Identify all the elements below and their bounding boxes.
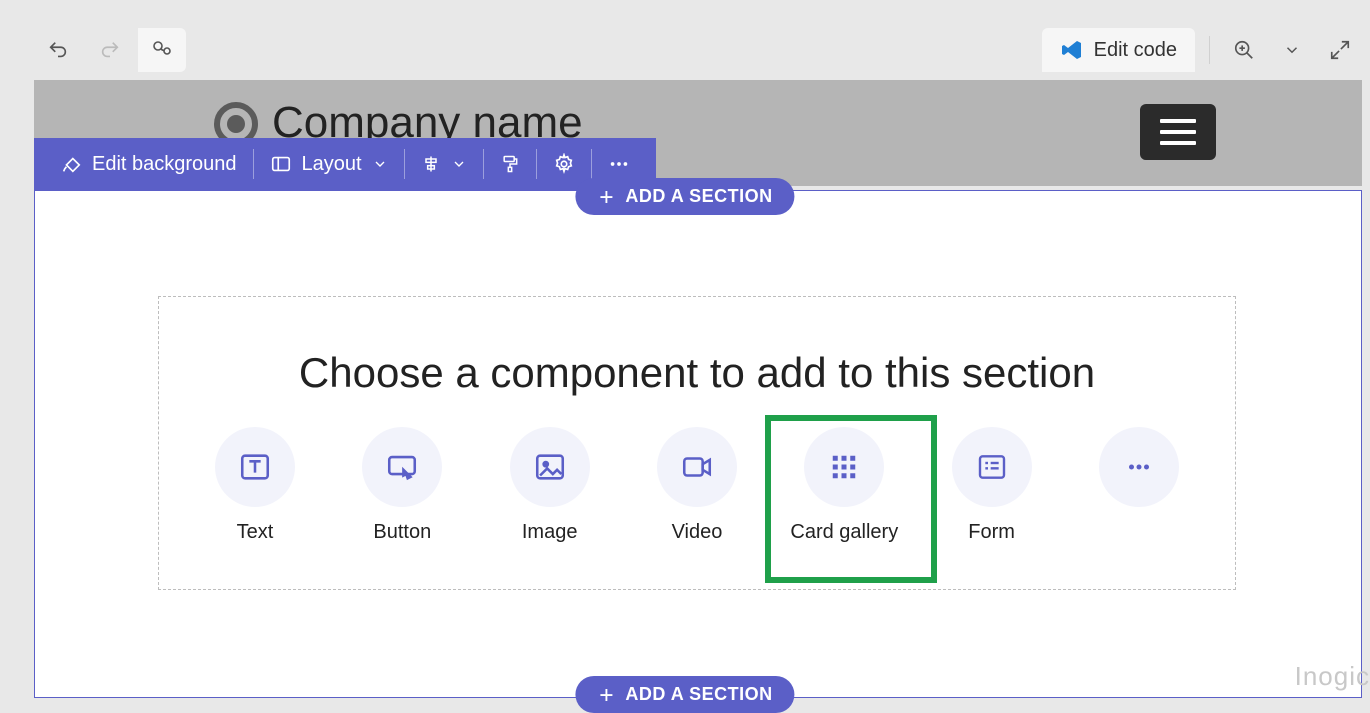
component-button[interactable]: Button bbox=[332, 427, 472, 544]
image-icon bbox=[510, 427, 590, 507]
edit-toolbar: Edit background Layout bbox=[34, 138, 656, 190]
separator bbox=[591, 149, 592, 179]
component-label: Card gallery bbox=[790, 521, 898, 544]
form-icon bbox=[952, 427, 1032, 507]
grid-icon bbox=[804, 427, 884, 507]
chevron-down-icon bbox=[372, 156, 388, 172]
component-video[interactable]: Video bbox=[627, 427, 767, 544]
add-section-bottom-label: ADD A SECTION bbox=[625, 684, 772, 705]
component-more[interactable] bbox=[1069, 427, 1209, 521]
plus-icon bbox=[597, 188, 615, 206]
align-icon bbox=[421, 154, 441, 174]
component-label: Button bbox=[373, 521, 431, 544]
gear-icon bbox=[553, 153, 575, 175]
component-label: Video bbox=[672, 521, 723, 544]
separator bbox=[253, 149, 254, 179]
component-label: Form bbox=[968, 521, 1015, 544]
align-button[interactable] bbox=[409, 138, 479, 190]
separator bbox=[404, 149, 405, 179]
add-section-top-label: ADD A SECTION bbox=[625, 186, 772, 207]
video-icon bbox=[657, 427, 737, 507]
edit-background-label: Edit background bbox=[92, 153, 237, 176]
layout-button[interactable]: Layout bbox=[258, 138, 400, 190]
component-image[interactable]: Image bbox=[480, 427, 620, 544]
component-text[interactable]: Text bbox=[185, 427, 325, 544]
chevron-down-icon bbox=[451, 156, 467, 172]
watermark: Inogic bbox=[1295, 661, 1370, 692]
vscode-icon bbox=[1060, 38, 1084, 62]
edit-code-label: Edit code bbox=[1094, 39, 1177, 62]
component-label: Image bbox=[522, 521, 578, 544]
separator bbox=[536, 149, 537, 179]
add-section-bottom-button[interactable]: ADD A SECTION bbox=[575, 676, 794, 713]
component-card-gallery[interactable]: Card gallery bbox=[774, 427, 914, 544]
picker-title: Choose a component to add to this sectio… bbox=[159, 349, 1235, 397]
zoom-in-icon[interactable] bbox=[1224, 28, 1264, 72]
component-form[interactable]: Form bbox=[922, 427, 1062, 544]
ellipsis-icon bbox=[608, 153, 630, 175]
edit-code-button[interactable]: Edit code bbox=[1042, 28, 1195, 72]
hamburger-menu-button[interactable] bbox=[1140, 104, 1216, 160]
ellipsis-icon bbox=[1099, 427, 1179, 507]
separator bbox=[483, 149, 484, 179]
button-icon bbox=[362, 427, 442, 507]
paint-bucket-icon bbox=[60, 153, 82, 175]
toolbar-right: Edit code bbox=[1042, 28, 1360, 72]
add-section-top-button[interactable]: ADD A SECTION bbox=[575, 178, 794, 215]
separator bbox=[1209, 36, 1210, 64]
component-row: Text Button Image Video bbox=[185, 427, 1209, 544]
paint-roller-icon bbox=[500, 154, 520, 174]
expand-icon[interactable] bbox=[1320, 28, 1360, 72]
layout-label: Layout bbox=[302, 153, 362, 176]
layout-icon bbox=[270, 153, 292, 175]
edit-background-button[interactable]: Edit background bbox=[48, 138, 249, 190]
app-toolbar: Edit code bbox=[34, 28, 1370, 72]
component-picker: Choose a component to add to this sectio… bbox=[158, 296, 1236, 590]
toolbar-left bbox=[34, 28, 186, 72]
component-label: Text bbox=[237, 521, 274, 544]
redo-button[interactable] bbox=[86, 28, 134, 72]
settings-button[interactable] bbox=[541, 138, 587, 190]
format-painter-button[interactable] bbox=[488, 138, 532, 190]
plus-icon bbox=[597, 686, 615, 704]
text-icon bbox=[215, 427, 295, 507]
copilot-button[interactable] bbox=[138, 28, 186, 72]
undo-button[interactable] bbox=[34, 28, 82, 72]
zoom-dropdown-icon[interactable] bbox=[1272, 28, 1312, 72]
